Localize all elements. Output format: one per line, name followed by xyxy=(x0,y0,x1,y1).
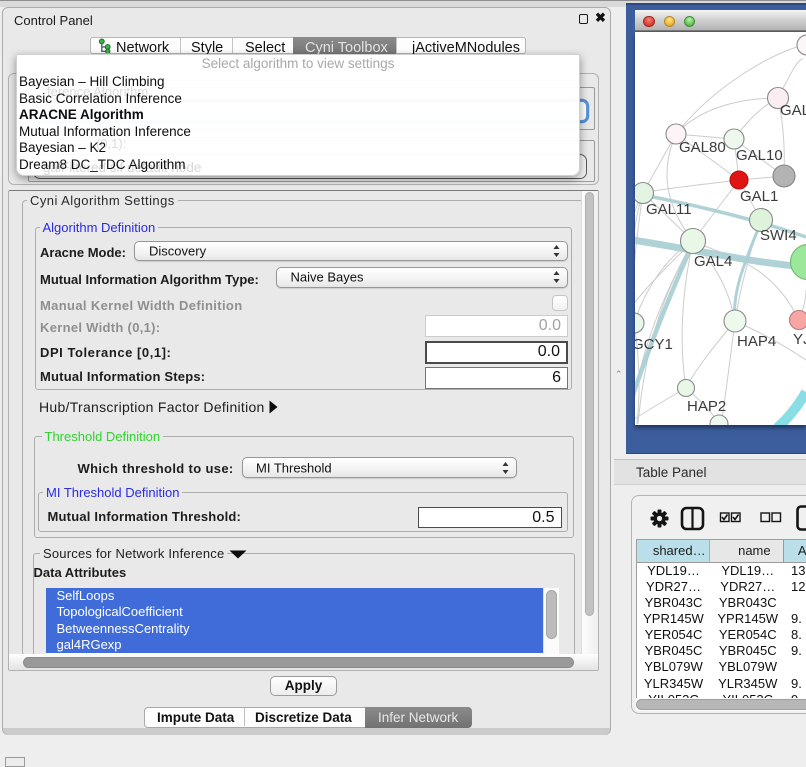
svg-text:GAL80: GAL80 xyxy=(679,139,726,156)
svg-text:GAL11: GAL11 xyxy=(646,201,692,218)
svg-text:GAL1: GAL1 xyxy=(740,188,778,205)
svg-text:SWI4: SWI4 xyxy=(760,227,797,244)
svg-text:GCY1: GCY1 xyxy=(635,336,673,353)
svg-text:GAL4: GAL4 xyxy=(694,253,732,270)
svg-text:GAL10: GAL10 xyxy=(736,147,783,164)
svg-text:GAL7: GAL7 xyxy=(780,102,806,119)
svg-text:HAP2: HAP2 xyxy=(687,398,726,415)
svg-text:YJ: YJ xyxy=(793,331,806,348)
svg-text:HAP4: HAP4 xyxy=(737,333,776,350)
